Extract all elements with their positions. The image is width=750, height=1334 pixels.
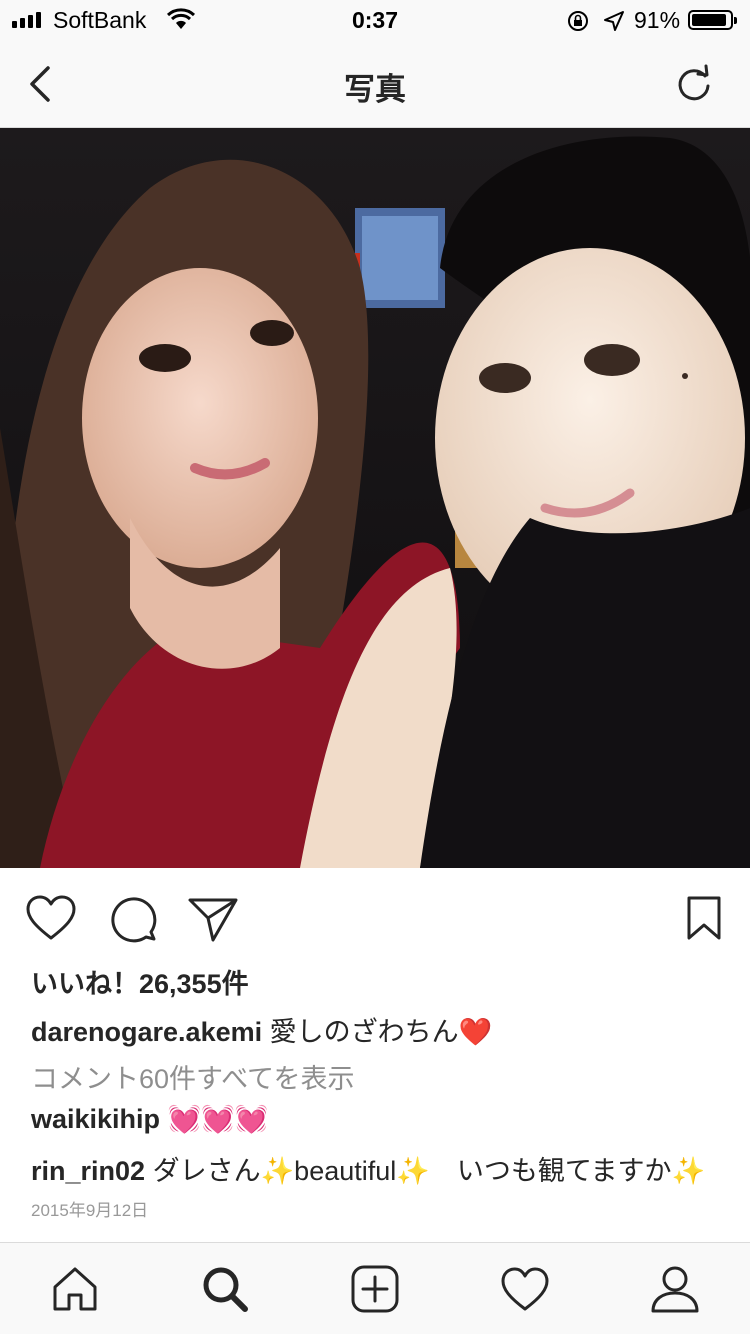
tab-bar xyxy=(0,1242,750,1334)
add-icon[interactable] xyxy=(349,1263,401,1315)
location-icon xyxy=(604,11,624,31)
share-icon[interactable] xyxy=(186,892,240,946)
activity-icon[interactable] xyxy=(499,1263,551,1315)
page-title: 写真 xyxy=(344,72,406,107)
search-icon[interactable] xyxy=(199,1263,251,1315)
caption-username[interactable]: darenogare.akemi xyxy=(31,1017,262,1047)
comment-item: waikikihip 💓💓💓 xyxy=(31,1103,268,1135)
likes-count[interactable]: いいね！26,355件 xyxy=(31,962,249,1001)
heart-icon[interactable] xyxy=(24,892,78,946)
battery-icon xyxy=(688,10,737,30)
comment-text: 💓💓💓 xyxy=(160,1104,269,1134)
post-date: 2015年9月12日 xyxy=(31,1201,149,1220)
comment-username[interactable]: rin_rin02 xyxy=(31,1156,145,1186)
bookmark-icon[interactable] xyxy=(677,892,731,946)
navigation-bar: 写真 xyxy=(0,40,750,128)
rotation-lock-icon xyxy=(568,11,588,31)
comment-text: ダレさん✨beautiful✨ いつも観てますか✨ xyxy=(145,1156,706,1186)
post-actions xyxy=(0,868,750,968)
view-all-comments-link[interactable]: コメント60件すべてを表示 xyxy=(31,1057,355,1096)
battery-percent: 91% xyxy=(634,7,681,33)
caption-text: 愛しのざわちん❤️ xyxy=(269,1017,493,1047)
comment-item: rin_rin02 ダレさん✨beautiful✨ いつも観てますか✨ xyxy=(31,1149,705,1188)
home-icon[interactable] xyxy=(49,1263,101,1315)
refresh-icon[interactable] xyxy=(672,62,716,106)
comment-username[interactable]: waikikihip xyxy=(31,1104,160,1134)
selfie-photo-image xyxy=(0,128,750,868)
status-bar: SoftBank 0:37 91% xyxy=(0,0,750,40)
post-photo[interactable] xyxy=(0,128,750,868)
comment-icon[interactable] xyxy=(106,892,160,946)
battery-level-fill xyxy=(692,14,726,26)
caption: darenogare.akemi 愛しのざわちん❤️ xyxy=(31,1010,492,1049)
profile-icon[interactable] xyxy=(649,1263,701,1315)
